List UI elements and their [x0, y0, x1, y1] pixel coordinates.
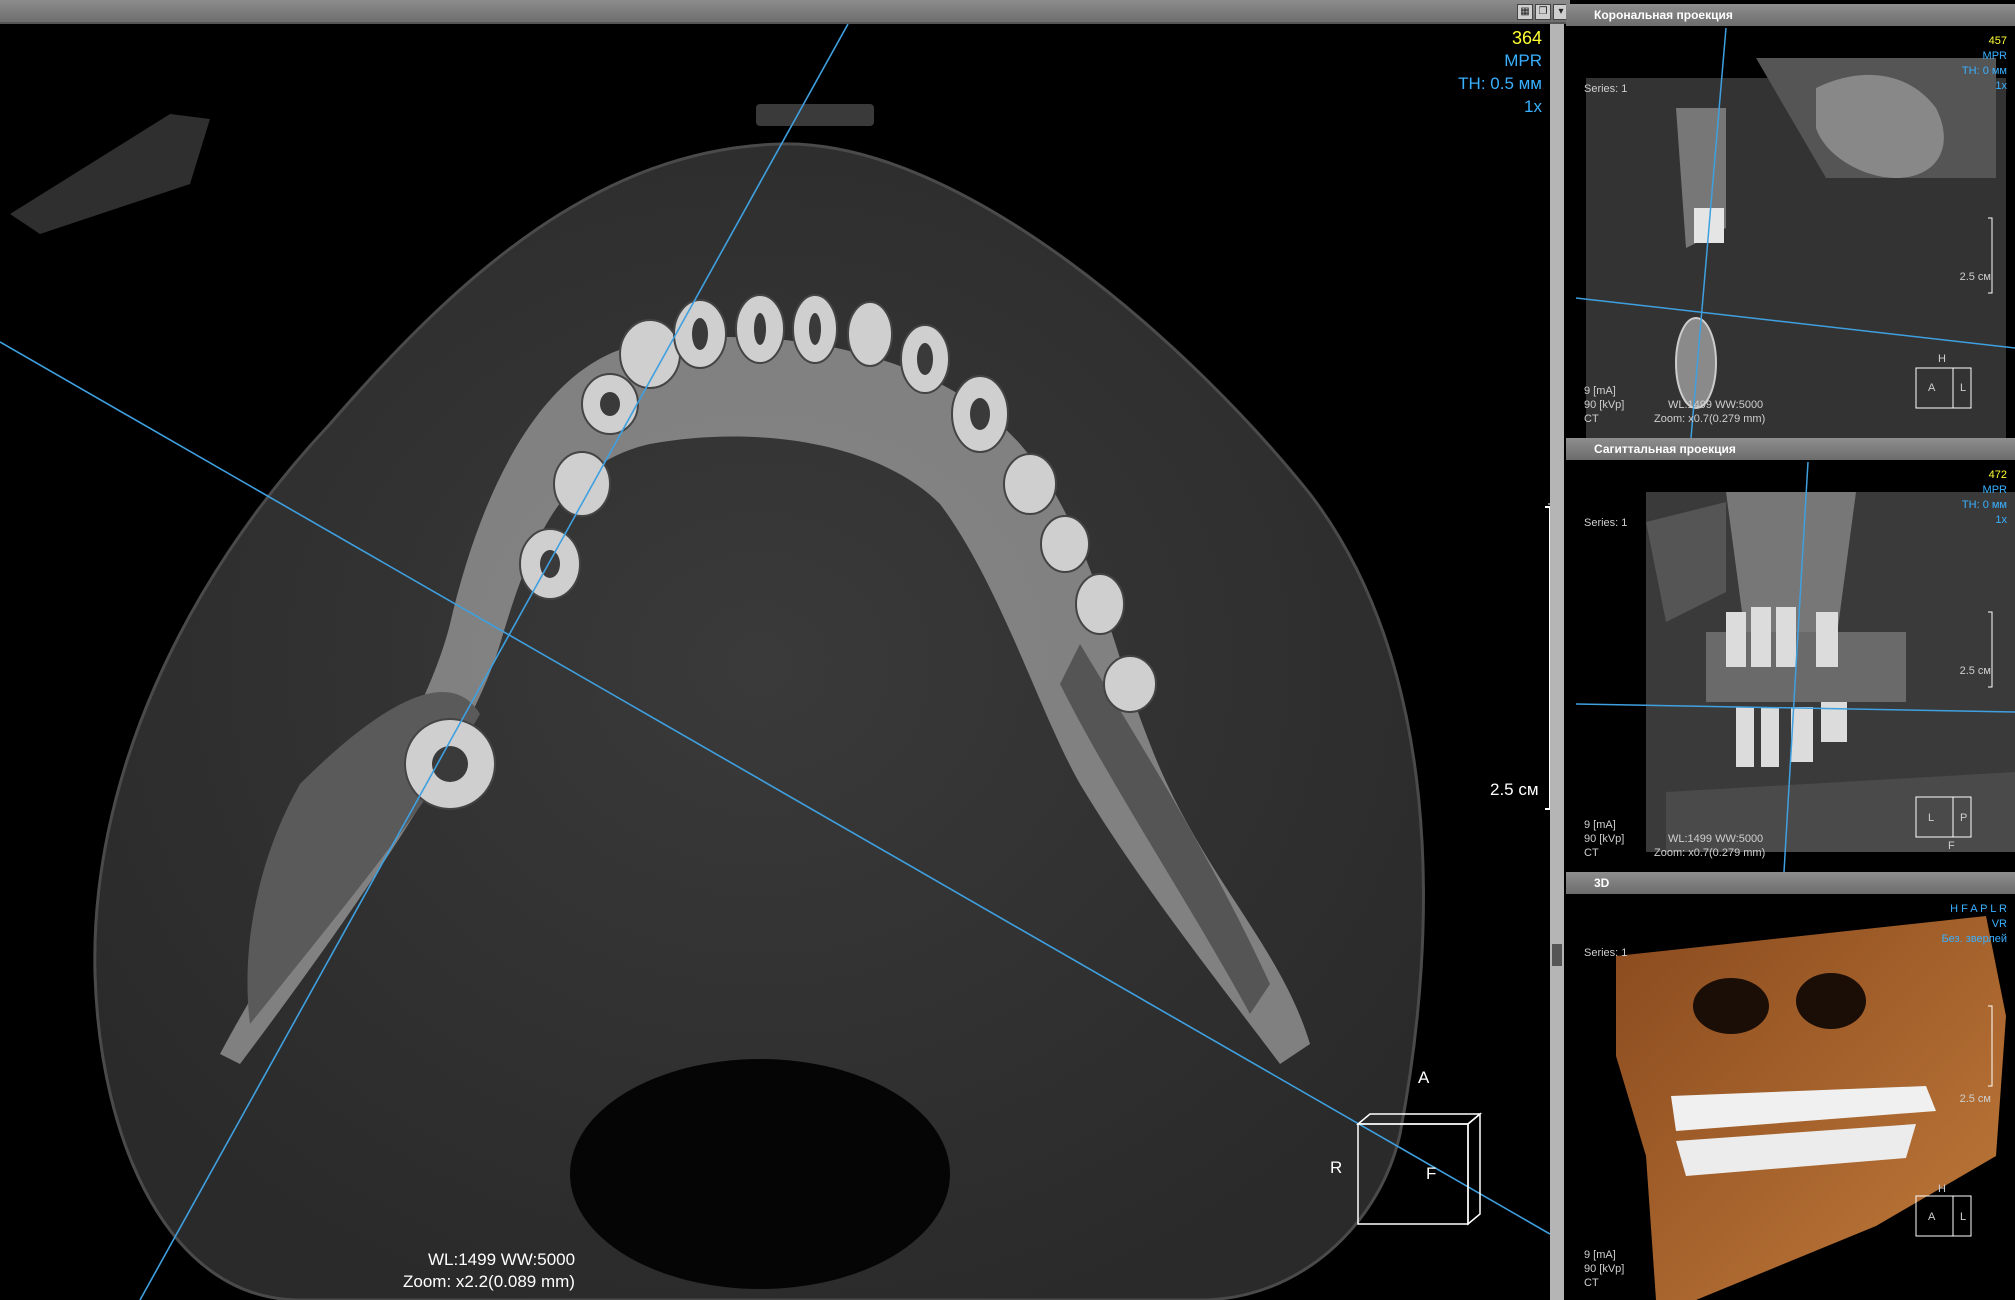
coronal-orient-right: L [1960, 382, 1967, 394]
sagittal-kvp: 90 [kVp] [1584, 833, 1625, 845]
coronal-view[interactable]: 457 MPR TH: 0 мм 1x Series: 1 2.5 см 9 [… [1576, 28, 2015, 438]
coronal-orient-top: H [1938, 353, 1946, 365]
sagittal-title: Сагиттальная проекция [1566, 438, 2015, 460]
axial-ct-image [0, 24, 1550, 1300]
zoom-label: Zoom: x2.2(0.089 mm) [403, 1272, 575, 1291]
3d-panel[interactable]: 3D H F A P L R VR Без. зверлей Series: 1… [1566, 872, 2015, 1300]
3d-series: Series: 1 [1584, 947, 1628, 959]
sagittal-zoom: Zoom: x0.7(0.279 mm) [1654, 847, 1766, 859]
3d-scale-label: 2.5 см [1959, 1093, 1991, 1105]
main-toolbar: ▦ ❐ ▾ [0, 0, 1570, 24]
axial-view[interactable]: 364 MPR TH: 0.5 мм 1x 2.5 см WL:1499 WW:… [0, 24, 1550, 1300]
3d-skull-image [1616, 916, 2006, 1300]
3d-ma: 9 [mA] [1584, 1249, 1616, 1261]
coronal-window-level: WL:1499 WW:5000 [1668, 399, 1764, 411]
sagittal-scale-label: 2.5 см [1959, 665, 1991, 677]
sagittal-orient-left: L [1928, 812, 1935, 824]
coronal-kvp: 90 [kVp] [1584, 399, 1625, 411]
orientation-a: A [1418, 1068, 1430, 1087]
3d-view[interactable]: H F A P L R VR Без. зверлей Series: 1 2.… [1576, 896, 2015, 1300]
coronal-modality: CT [1584, 413, 1599, 425]
sagittal-series: Series: 1 [1584, 517, 1628, 529]
scale-label: 2.5 см [1490, 780, 1539, 799]
3d-orientation-line: H F A P L R [1950, 903, 2007, 915]
restore-icon[interactable]: ❐ [1535, 4, 1551, 20]
coronal-slice-number: 457 [1988, 35, 2007, 47]
sagittal-zoom-factor: 1x [1995, 514, 2007, 526]
orientation-r: R [1330, 1158, 1343, 1177]
coronal-title: Корональная проекция [1566, 4, 2015, 26]
orientation-f: F [1426, 1164, 1437, 1183]
thickness-label: TH: 0.5 мм [1458, 74, 1542, 93]
sagittal-window-level: WL:1499 WW:5000 [1668, 833, 1764, 845]
3d-mode: VR [1991, 918, 2007, 930]
coronal-thickness: TH: 0 мм [1961, 65, 2007, 77]
3d-orient-top: H [1938, 1183, 1946, 1195]
3d-title: 3D [1566, 872, 2015, 894]
coronal-zoom-factor: 1x [1995, 80, 2007, 92]
3d-kvp: 90 [kVp] [1584, 1263, 1625, 1275]
sagittal-modality: CT [1584, 847, 1599, 859]
sagittal-slice-number: 472 [1988, 469, 2007, 481]
coronal-ma: 9 [mA] [1584, 385, 1616, 397]
sagittal-view[interactable]: 472 MPR TH: 0 мм 1x Series: 1 2.5 см 9 [… [1576, 462, 2015, 872]
mode-label: MPR [1504, 51, 1542, 70]
3d-modality: CT [1584, 1277, 1599, 1289]
coronal-scale-label: 2.5 см [1959, 271, 1991, 283]
3d-orient-right: L [1960, 1211, 1967, 1223]
layout-icon[interactable]: ▦ [1517, 4, 1533, 20]
3d-orient-left: A [1928, 1211, 1936, 1223]
sagittal-ma: 9 [mA] [1584, 819, 1616, 831]
sagittal-ct-image [1576, 462, 2015, 872]
sagittal-panel[interactable]: Сагиттальная проекция 472 MPR TH: 0 мм 1… [1566, 438, 2015, 872]
zoom-factor-label: 1x [1524, 97, 1542, 116]
main-scrollbar[interactable] [1550, 24, 1564, 1300]
sagittal-orient-right: P [1960, 812, 1968, 824]
coronal-orient-left: A [1928, 382, 1936, 394]
3d-preset: Без. зверлей [1941, 933, 2007, 945]
sagittal-mode: MPR [1982, 484, 2007, 496]
window-level-label: WL:1499 WW:5000 [428, 1250, 576, 1269]
coronal-panel[interactable]: Корональная проекция 457 MPR TH: 0 мм 1x… [1566, 4, 2015, 438]
coronal-series: Series: 1 [1584, 83, 1628, 95]
scrollbar-thumb[interactable] [1552, 944, 1562, 966]
slice-number: 364 [1511, 28, 1542, 48]
sagittal-orient-bottom: F [1948, 840, 1955, 852]
coronal-mode: MPR [1982, 50, 2007, 62]
sagittal-thickness: TH: 0 мм [1961, 499, 2007, 511]
coronal-ct-image [1576, 28, 2015, 438]
coronal-zoom: Zoom: x0.7(0.279 mm) [1654, 413, 1766, 425]
